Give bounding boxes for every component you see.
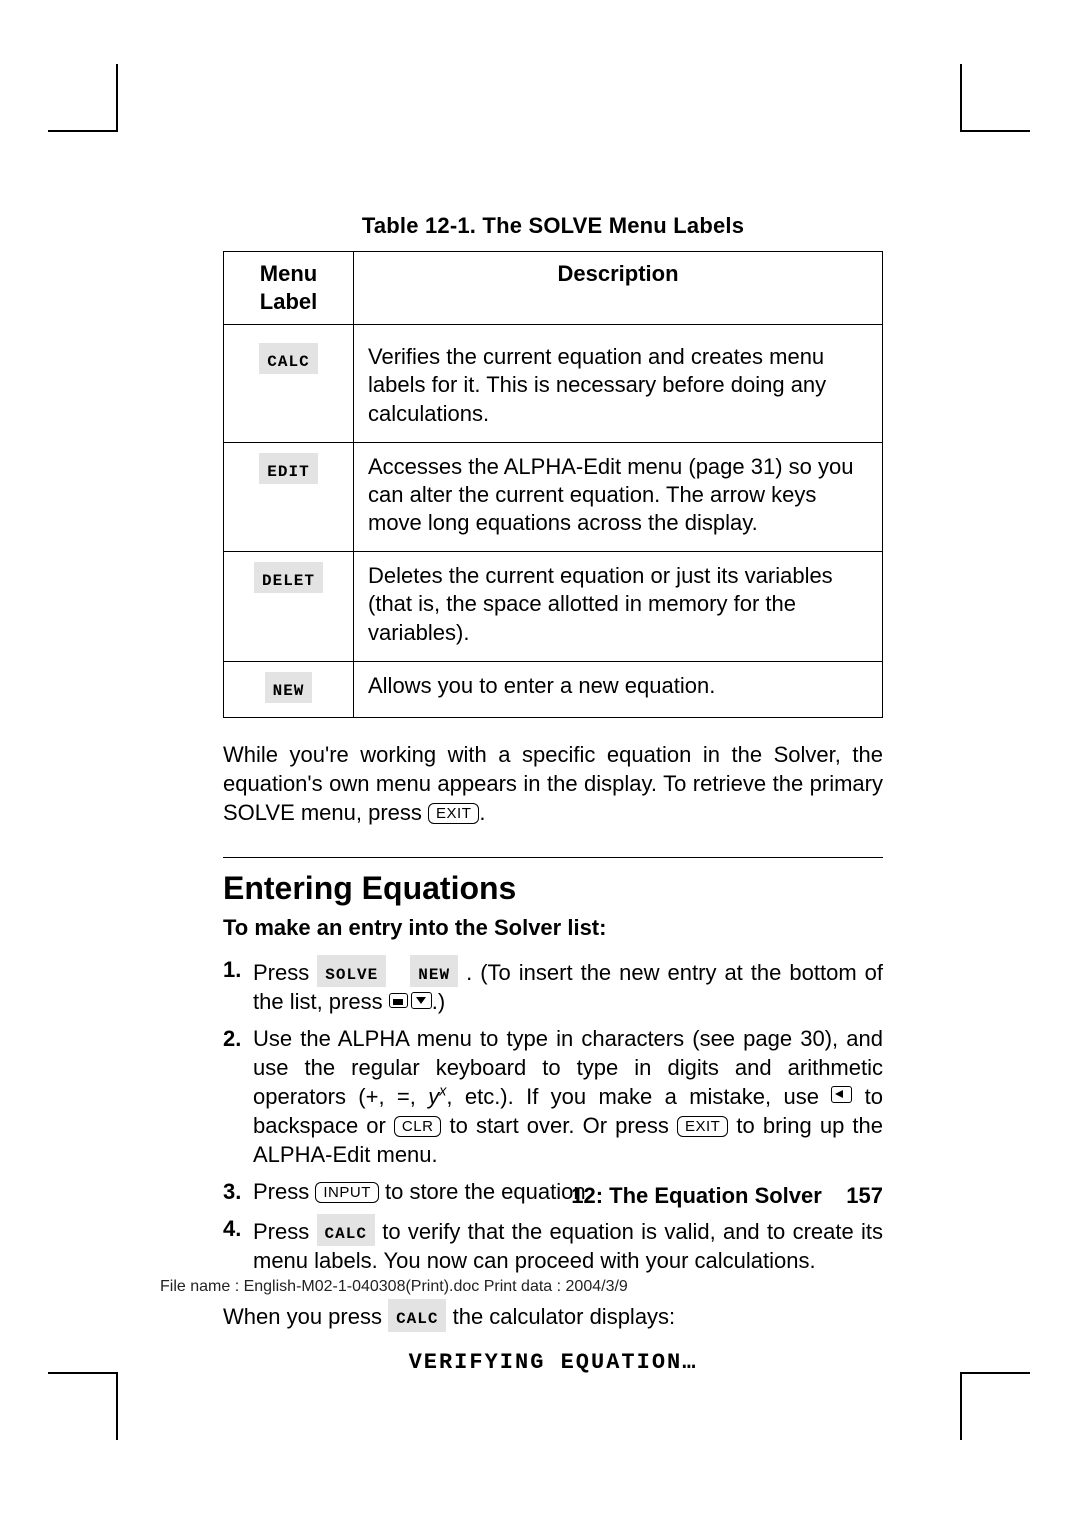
print-metadata: File name : English-M02-1-040308(Print).…	[160, 1278, 628, 1296]
subheading: To make an entry into the Solver list:	[223, 915, 883, 941]
para-text: While you're working with a specific equ…	[223, 742, 883, 825]
crop-mark	[960, 64, 962, 132]
table-row: CALC Verifies the current equation and c…	[224, 325, 883, 442]
hardkey-clr: CLR	[394, 1116, 442, 1137]
table-header-description: Description	[354, 252, 883, 325]
crop-mark	[116, 1372, 118, 1440]
step-number: 2.	[223, 1024, 253, 1169]
solve-menu-table: Menu Label Description CALC Verifies the…	[223, 251, 883, 718]
divider	[223, 857, 883, 858]
table-cell-label: NEW	[224, 661, 354, 717]
softkey-delet: DELET	[254, 562, 323, 593]
step-number: 4.	[223, 1214, 253, 1275]
softkey-edit: EDIT	[259, 453, 317, 484]
table-row: NEW Allows you to enter a new equation.	[224, 661, 883, 717]
footer-chapter: 12: The Equation Solver	[571, 1183, 822, 1208]
list-item: 4. Press CALC to verify that the equatio…	[223, 1214, 883, 1275]
softkey-new: NEW	[410, 955, 458, 987]
table-cell-label: CALC	[224, 325, 354, 442]
table-header-row: Menu Label Description	[224, 252, 883, 325]
page-footer: 12: The Equation Solver 157	[223, 1183, 883, 1209]
step-text: to start over. Or press	[450, 1113, 677, 1138]
crop-mark	[960, 130, 1030, 132]
step-text: Press	[253, 960, 317, 985]
paragraph-after-steps: When you press CALC the calculator displ…	[223, 1299, 883, 1331]
steps-list: 1. Press SOLVE NEW . (To insert the new …	[223, 955, 883, 1275]
crop-mark	[48, 130, 118, 132]
crop-mark	[960, 1372, 962, 1440]
softkey-solve: SOLVE	[317, 955, 386, 987]
table-row: DELET Deletes the current equation or ju…	[224, 552, 883, 661]
step-text: , etc.). If you make a mistake, use	[446, 1084, 831, 1109]
list-item: 1. Press SOLVE NEW . (To insert the new …	[223, 955, 883, 1016]
table-cell-desc: Verifies the current equation and create…	[354, 325, 883, 442]
table-caption: Table 12-1. The SOLVE Menu Labels	[223, 213, 883, 239]
section-heading: Entering Equations	[223, 870, 883, 907]
math-y: y	[428, 1084, 439, 1109]
table-cell-label: EDIT	[224, 442, 354, 551]
softkey-calc: CALC	[259, 343, 317, 374]
crop-mark	[116, 64, 118, 132]
softkey-calc: CALC	[317, 1214, 375, 1246]
table-header-menu-label: Menu Label	[224, 252, 354, 325]
after-text: When you press	[223, 1304, 388, 1329]
backspace-key-icon	[831, 1086, 852, 1103]
paragraph-solve-menu: While you're working with a specific equ…	[223, 740, 883, 827]
page: Table 12-1. The SOLVE Menu Labels Menu L…	[0, 0, 1080, 1526]
table-cell-desc: Allows you to enter a new equation.	[354, 661, 883, 717]
step-number: 1.	[223, 955, 253, 1016]
crop-mark	[48, 1372, 118, 1374]
lcd-message-line: VERIFYING EQUATION…	[223, 1350, 883, 1375]
softkey-calc: CALC	[388, 1299, 446, 1331]
para-text: .	[479, 800, 485, 825]
softkey-new: NEW	[265, 672, 313, 703]
lcd-message: VERIFYING EQUATION…	[409, 1350, 698, 1375]
table-cell-desc: Accesses the ALPHA-Edit menu (page 31) s…	[354, 442, 883, 551]
crop-mark	[960, 1372, 1030, 1374]
table-cell-label: DELET	[224, 552, 354, 661]
down-arrow-key-icon	[411, 992, 432, 1009]
hardkey-exit: EXIT	[428, 803, 479, 824]
footer-page-number: 157	[846, 1183, 883, 1208]
shift-down-key-combo	[389, 992, 432, 1009]
shift-key-icon	[389, 993, 408, 1008]
table-cell-desc: Deletes the current equation or just its…	[354, 552, 883, 661]
step-text: .)	[432, 989, 445, 1014]
after-text: the calculator displays:	[453, 1304, 676, 1329]
table-row: EDIT Accesses the ALPHA-Edit menu (page …	[224, 442, 883, 551]
list-item: 2. Use the ALPHA menu to type in charact…	[223, 1024, 883, 1169]
step-text: Press	[253, 1219, 317, 1244]
hardkey-exit: EXIT	[677, 1116, 728, 1137]
